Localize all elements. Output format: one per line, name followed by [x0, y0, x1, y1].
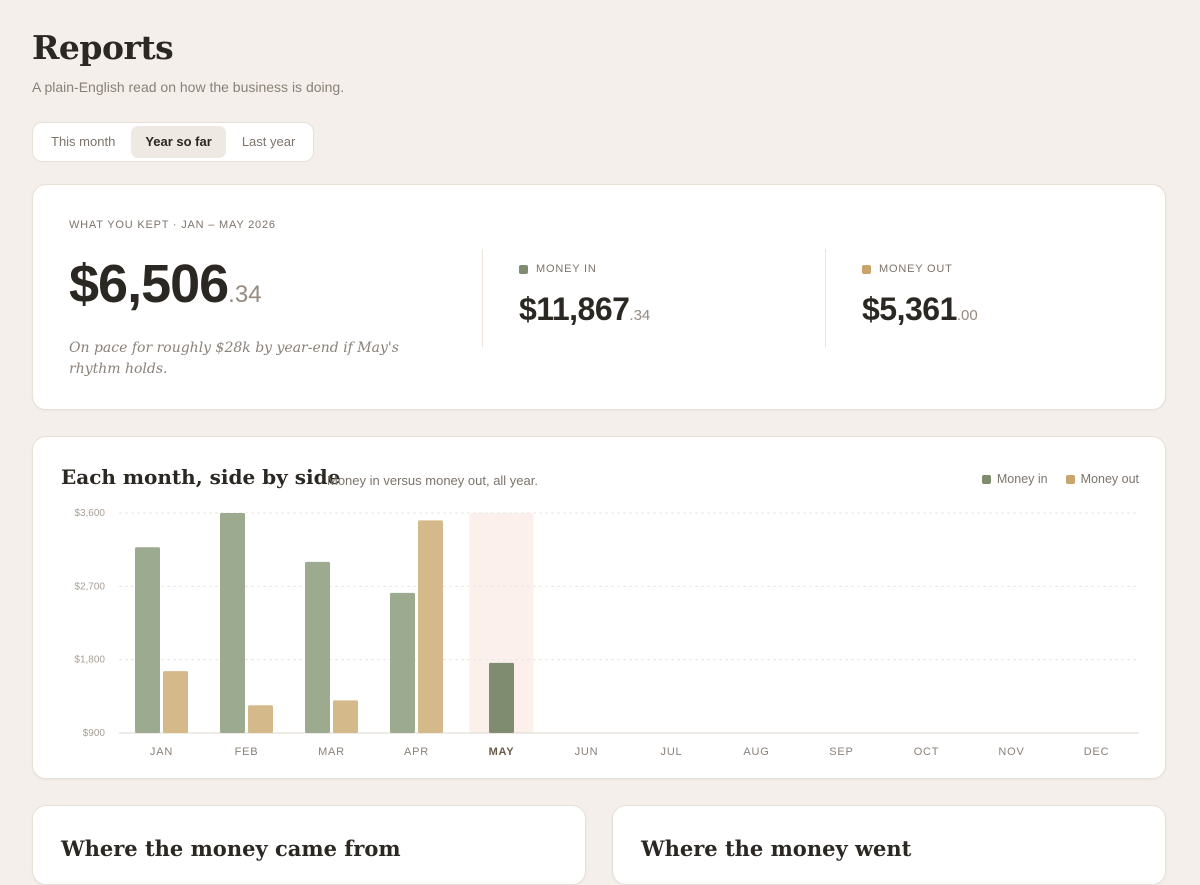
money-in-swatch: [519, 264, 528, 274]
kept-note: On pace for roughly $28k by year-end if …: [69, 340, 399, 377]
money-out-label-text: MONEY OUT: [879, 263, 953, 275]
income-sources-card: Where the money came from: [32, 805, 586, 885]
money-out-swatch: [862, 264, 871, 274]
bar-money-in-feb: [220, 513, 245, 733]
monthly-chart-card: Each month, side by side Money in versus…: [32, 436, 1166, 779]
kept-amount: $6,506.34: [69, 253, 262, 315]
summary-divider: [825, 249, 826, 347]
summary-divider: [482, 249, 483, 347]
kept-amount-cents: .34: [228, 281, 262, 308]
money-out-whole: $5,361: [862, 291, 957, 327]
money-in-cents: .34: [629, 307, 651, 324]
bar-money-in-mar: [305, 561, 330, 733]
tab-this-month[interactable]: This month: [37, 126, 129, 158]
summary-card: WHAT YOU KEPT · JAN – MAY 2026 $6,506.34…: [32, 184, 1166, 410]
page-subtitle: A plain-English read on how the business…: [32, 79, 345, 95]
bar-money-in-may: [489, 662, 514, 733]
money-out-label: MONEY OUT: [862, 263, 953, 275]
x-tick-label: MAY: [489, 746, 515, 758]
bar-money-out-jan: [163, 671, 188, 733]
period-selector: This month Year so far Last year: [32, 122, 315, 162]
income-sources-title: Where the money came from: [61, 836, 401, 861]
kept-amount-whole: $6,506: [69, 254, 229, 314]
expenses-card: Where the money went: [612, 805, 1166, 885]
x-tick-label: NOV: [998, 746, 1024, 758]
reports-page: Reports A plain-English read on how the …: [0, 0, 1200, 885]
bar-money-out-mar: [333, 700, 358, 733]
x-tick-label: OCT: [914, 746, 940, 758]
bar-money-out-feb: [248, 705, 273, 733]
y-tick-label: $3,600: [74, 508, 105, 519]
kept-label: WHAT YOU KEPT · JAN – MAY 2026: [69, 219, 276, 231]
x-tick-label: DEC: [1084, 746, 1110, 758]
y-tick-label: $2,700: [74, 581, 105, 592]
money-in-whole: $11,867: [519, 291, 630, 327]
x-tick-label: APR: [404, 746, 429, 758]
tab-year-so-far[interactable]: Year so far: [131, 126, 226, 158]
x-tick-label: MAR: [318, 746, 345, 758]
page-title: Reports: [32, 28, 174, 67]
monthly-bar-chart: $900 $1,800 $2,700 $3,600 JAN FEB MAR APR MAY JUN…: [74, 508, 1139, 758]
bar-money-in-jan: [135, 547, 160, 733]
money-out-cents: .00: [956, 307, 978, 324]
x-tick-label: JUN: [575, 746, 599, 758]
x-tick-label: AUG: [743, 746, 769, 758]
tab-last-year[interactable]: Last year: [228, 126, 309, 158]
money-in-label-text: MONEY IN: [536, 263, 597, 275]
y-tick-label: $1,800: [74, 655, 105, 666]
money-out-amount: $5,361.00: [862, 291, 978, 328]
x-tick-label: JAN: [150, 746, 173, 758]
bar-money-out-apr: [418, 520, 443, 733]
x-tick-label: SEP: [829, 746, 853, 758]
money-in-amount: $11,867.34: [519, 291, 650, 328]
money-in-label: MONEY IN: [519, 263, 597, 275]
expenses-title: Where the money went: [641, 836, 912, 861]
bar-money-in-apr: [390, 592, 415, 733]
y-tick-label: $900: [83, 728, 106, 739]
x-tick-label: FEB: [235, 746, 259, 758]
x-tick-label: JUL: [661, 746, 683, 758]
